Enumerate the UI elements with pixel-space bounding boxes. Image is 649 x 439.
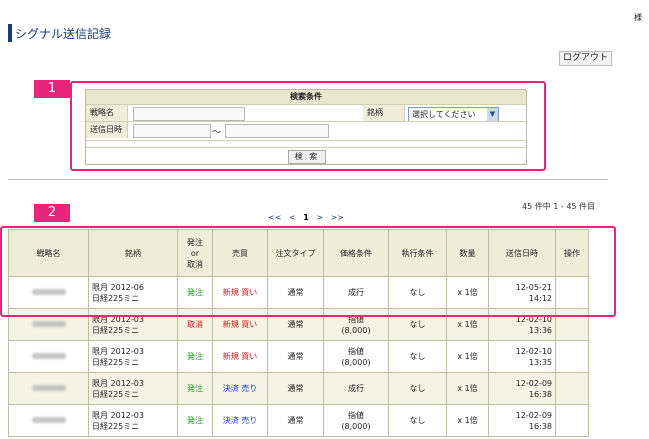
pagination: << < 1 > >> [268,213,349,222]
sent-date: 12-02-10 [515,346,552,356]
price-value: (8,000) [341,325,371,335]
actions-cell [555,372,589,405]
sent-time: 16:38 [528,421,552,431]
date-label: 送信日時 [86,122,128,138]
quantity-cell: x 1倍 [446,340,489,373]
sent-time: 16:38 [528,389,552,399]
order-cell: 発注 [177,340,213,373]
chevron-down-icon[interactable]: ▼ [487,108,498,121]
side-cell: 新規 買い [212,340,268,373]
date-to-input[interactable] [225,124,329,138]
exec-cell: なし [388,340,447,373]
redacted-strategy [31,321,66,327]
actions-cell [555,340,589,373]
order-cell: 発注 [177,372,213,405]
redacted-strategy [31,385,66,391]
price-cell: 指値 (8,000) [323,404,389,437]
contract-month: 限月 2012-03 [92,410,144,420]
price-value: (8,000) [341,357,371,367]
date-from-input[interactable] [133,124,211,138]
strategy-cell [8,372,89,405]
page-title: シグナル送信記録 [15,27,112,41]
actions-cell [555,404,589,437]
title-marker [8,24,12,42]
sent-at-cell: 12-02-09 16:38 [488,404,556,437]
side-cell: 決済 売り [212,372,268,405]
result-count: 45 件中 1 - 45 件目 [522,202,596,211]
contract-month: 限月 2012-03 [92,378,144,388]
symbol-select-value: 選択してください [412,110,476,119]
quantity-cell: x 1倍 [446,404,489,437]
price-value: (8,000) [341,421,371,431]
symbol-label: 銘柄 [363,105,405,121]
symbol-cell: 限月 2012-03 日経225ミニ [88,340,178,373]
logout-button[interactable]: ログアウト [559,51,613,66]
sent-time: 13:36 [528,325,552,335]
symbol-select[interactable]: 選択してください ▼ [408,107,499,122]
sent-time: 13:35 [528,357,552,367]
table-row: 限月 2012-03 日経225ミニ 発注 決済 売り 通常 指値 (8,000) なし x 1… [8,404,589,437]
symbol-cell: 限月 2012-03 日経225ミニ [88,372,178,405]
sent-date: 12-02-09 [515,410,552,420]
order-type-cell: 通常 [267,404,324,437]
quantity-cell: x 1倍 [446,372,489,405]
date-separator: ～ [212,128,222,138]
page-prev-link[interactable]: < [289,213,296,222]
order-cell: 発注 [177,404,213,437]
price-condition: 指値 [348,346,364,356]
table-row: 限月 2012-03 日経225ミニ 発注 新規 買い 通常 指値 (8,000) なし x 1… [8,340,589,373]
page-next-link[interactable]: > [316,213,323,222]
exec-cell: なし [388,404,447,437]
sent-at-cell: 12-02-10 13:35 [488,340,556,373]
section-divider [8,179,608,180]
price-cell: 成行 [323,372,389,405]
redacted-strategy [31,353,66,359]
redacted-strategy [31,417,66,423]
exec-cell: なし [388,372,447,405]
symbol-name: 日経225ミニ [92,389,140,399]
symbol-name: 日経225ミニ [92,421,140,431]
strategy-cell [8,404,89,437]
user-suffix: 様 [634,13,642,22]
price-condition: 成行 [348,384,364,393]
symbol-name: 日経225ミニ [92,357,140,367]
annotation-badge-1: 1 [34,80,70,98]
strategy-input[interactable] [133,107,245,121]
price-condition: 指値 [348,410,364,420]
page-current: 1 [303,213,309,222]
symbol-name: 日経225ミニ [92,325,140,335]
page-last-link[interactable]: >> [331,213,344,222]
price-cell: 指値 (8,000) [323,340,389,373]
contract-month: 限月 2012-03 [92,346,144,356]
table-row: 限月 2012-03 日経225ミニ 発注 決済 売り 通常 成行 なし x 1倍 12-02-… [8,372,589,405]
sent-date: 12-02-09 [515,378,552,388]
order-type-cell: 通常 [267,372,324,405]
page-first-link[interactable]: << [268,213,281,222]
strategy-label: 戦略名 [86,105,128,121]
search-panel: 検索条件 戦略名 銘柄 選択してください ▼ 送信日時 ～ 検 索 [85,89,527,165]
sent-at-cell: 12-02-09 16:38 [488,372,556,405]
side-cell: 決済 売り [212,404,268,437]
order-type-cell: 通常 [267,340,324,373]
annotation-frame-2 [0,226,616,317]
annotation-badge-2: 2 [34,204,70,222]
search-heading: 検索条件 [86,90,526,104]
symbol-cell: 限月 2012-03 日経225ミニ [88,404,178,437]
strategy-cell [8,340,89,373]
search-button[interactable]: 検 索 [288,150,326,164]
